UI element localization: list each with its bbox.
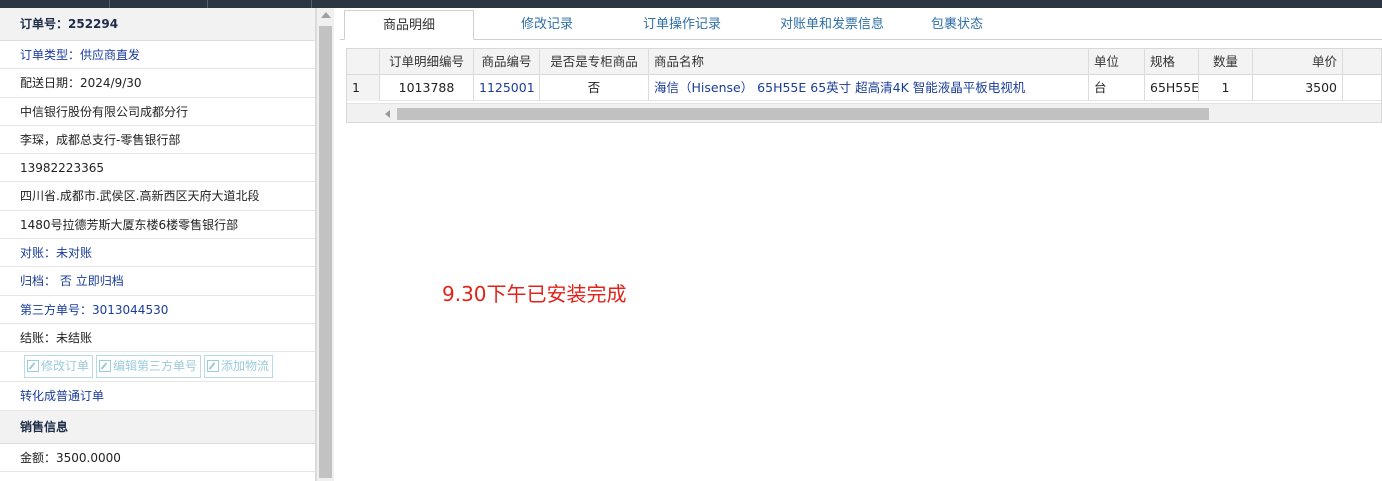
header-quantity[interactable]: 数量 xyxy=(1199,49,1253,75)
delivery-date: 配送日期：2024/9/30 xyxy=(0,69,315,98)
scrollbar-thumb[interactable] xyxy=(397,108,1209,120)
company-name: 中信银行股份有限公司成都分行 xyxy=(0,98,315,126)
edit-icon xyxy=(27,360,39,373)
address-line-2: 1480号拉德芳斯大厦东楼6楼零售银行部 xyxy=(0,211,315,240)
table-horizontal-scrollbar[interactable] xyxy=(347,103,1381,122)
convert-to-normal-order-link[interactable]: 转化成普通订单 xyxy=(0,382,315,411)
address-line-1: 四川省.成都市.武侯区.高新西区天府大道北段 xyxy=(0,182,315,211)
cell-product-id-link[interactable]: 1125001 xyxy=(474,75,540,101)
action-buttons: 修改订单 编辑第三方单号 添加物流 xyxy=(0,352,315,383)
header-product-id[interactable]: 商品编号 xyxy=(474,49,540,75)
sales-section-title: 销售信息 xyxy=(0,410,315,444)
third-party-number: 第三方单号：3013044530 xyxy=(0,296,315,324)
add-logistics-button[interactable]: 添加物流 xyxy=(204,355,274,379)
tab-operation-log[interactable]: 订单操作记录 xyxy=(617,10,747,40)
header-detail-id[interactable]: 订单明细编号 xyxy=(380,49,474,75)
top-strip-segment xyxy=(208,0,312,8)
order-number: 订单号：252294 xyxy=(0,8,315,41)
edit-icon xyxy=(99,360,112,373)
header-unit-price[interactable]: 单价 xyxy=(1253,49,1343,75)
settlement-status: 结账：未结账 xyxy=(0,324,315,353)
scroll-left-icon[interactable] xyxy=(385,110,390,118)
tab-change-log[interactable]: 修改记录 xyxy=(482,10,612,40)
order-type: 订单类型：供应商直发 xyxy=(0,41,315,70)
edit-third-party-button[interactable]: 编辑第三方单号 xyxy=(96,355,202,379)
installation-note: 9.30下午已安装完成 xyxy=(442,282,627,306)
contact-name: 李琛，成都总支行-零售银行部 xyxy=(0,126,315,155)
archive-row: 归档： 否 立即归档 xyxy=(0,267,315,296)
header-product-name[interactable]: 商品名称 xyxy=(649,49,1089,75)
edit-order-label: 修改订单 xyxy=(41,359,90,374)
tab-statement-invoice[interactable]: 对账单和发票信息 xyxy=(752,10,912,40)
header-counter-product[interactable]: 是否是专柜商品 xyxy=(540,49,649,75)
tab-product-details[interactable]: 商品明细 xyxy=(344,10,474,40)
edit-order-button[interactable]: 修改订单 xyxy=(24,355,94,379)
row-number: 1 xyxy=(347,75,380,101)
scroll-up-icon[interactable] xyxy=(321,12,331,18)
edit-third-party-label: 编辑第三方单号 xyxy=(113,359,198,374)
archive-label: 归档： xyxy=(20,274,57,289)
cell-quantity: 1 xyxy=(1199,75,1253,101)
archive-now-link[interactable]: 立即归档 xyxy=(76,274,124,288)
product-table: 订单明细编号 商品编号 是否是专柜商品 商品名称 单位 规格 数量 单价 1 1… xyxy=(346,48,1382,123)
header-spec[interactable]: 规格 xyxy=(1145,49,1199,75)
cell-unit: 台 xyxy=(1089,75,1145,101)
detail-area: 商品明细 修改记录 订单操作记录 对账单和发票信息 包裹状态 订单明细编号 商品… xyxy=(340,8,1382,481)
reconcile-status: 对账：未对账 xyxy=(0,239,315,268)
top-strip-segment xyxy=(0,0,110,8)
table-row[interactable]: 1 1013788 1125001 否 海信（Hisense） 65H55E 6… xyxy=(347,75,1381,101)
table-header: 订单明细编号 商品编号 是否是专柜商品 商品名称 单位 规格 数量 单价 xyxy=(347,49,1381,75)
order-info-panel: 订单号：252294 订单类型：供应商直发 配送日期：2024/9/30 中信银… xyxy=(0,8,316,481)
header-unit[interactable]: 单位 xyxy=(1089,49,1145,75)
cell-detail-id: 1013788 xyxy=(380,75,474,101)
cell-unit-price: 3500 xyxy=(1253,75,1343,101)
cell-spec: 65H55E xyxy=(1145,75,1199,101)
tab-bar: 商品明细 修改记录 订单操作记录 对账单和发票信息 包裹状态 xyxy=(340,8,1382,40)
phone-number: 13982223365 xyxy=(0,154,315,183)
edit-icon xyxy=(207,360,220,373)
add-logistics-label: 添加物流 xyxy=(221,359,270,374)
sales-amount: 金额：3500.0000 xyxy=(0,444,315,472)
scrollbar-thumb[interactable] xyxy=(319,26,332,478)
top-strip xyxy=(0,0,1382,8)
archive-value: 否 xyxy=(59,274,72,289)
top-strip-segment xyxy=(110,0,208,8)
cell-product-name-link[interactable]: 海信（Hisense） 65H55E 65英寸 超高清4K 智能液晶平板电视机 xyxy=(649,75,1089,101)
header-row-number xyxy=(347,49,380,75)
tab-package-status[interactable]: 包裹状态 xyxy=(902,10,1012,40)
left-panel-scrollbar[interactable] xyxy=(316,8,334,481)
cell-counter-product: 否 xyxy=(540,75,649,101)
